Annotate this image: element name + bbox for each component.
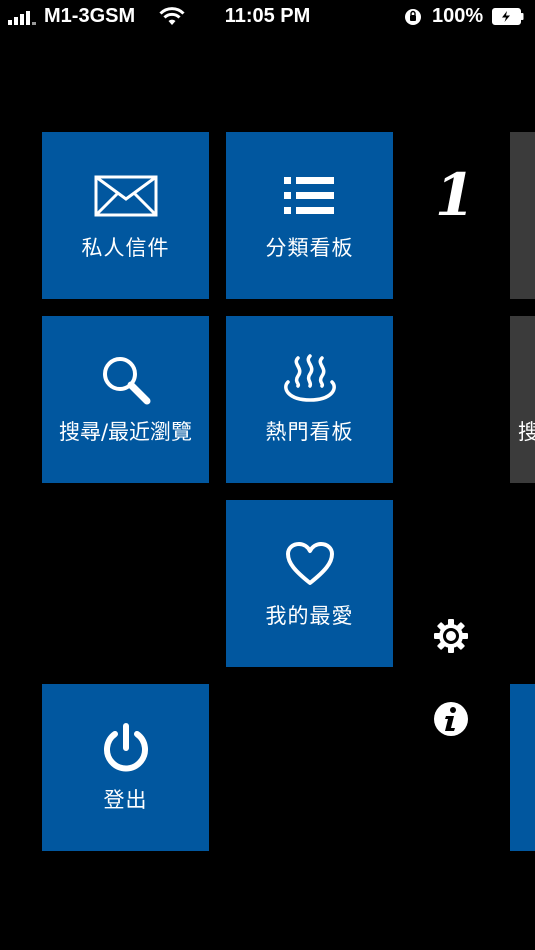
tile-label: 熱門看板: [265, 420, 354, 444]
battery-percent: 100%: [432, 5, 484, 27]
tile-favorites[interactable]: 我的最愛: [226, 500, 393, 667]
list-icon: [226, 170, 393, 222]
envelope-icon: [42, 170, 209, 222]
offscreen-tile[interactable]: [510, 132, 535, 299]
tile-logout[interactable]: 登出: [42, 684, 209, 851]
offscreen-tile-search[interactable]: 搜: [510, 316, 535, 483]
heart-icon: [226, 538, 393, 590]
offscreen-tile-blue[interactable]: [510, 684, 535, 851]
power-icon: [42, 722, 209, 774]
tile-label: 私人信件: [81, 236, 170, 260]
orientation-lock-icon: [405, 9, 421, 25]
app-logo: 1: [434, 161, 476, 229]
tile-label: 我的最愛: [265, 604, 354, 628]
status-bar: M1-3GSM 11:05 PM 100%: [0, 0, 535, 34]
tile-label: 搜尋/最近瀏覽: [58, 420, 193, 444]
battery-charging-icon: [492, 8, 524, 25]
info-icon[interactable]: [432, 700, 470, 738]
tile-label: 搜: [518, 420, 535, 444]
tile-label: 登出: [103, 788, 148, 812]
tile-label: 分類看板: [265, 236, 354, 260]
tile-category-boards[interactable]: 分類看板: [226, 132, 393, 299]
settings-gear-icon[interactable]: [432, 617, 470, 655]
tile-search-recent[interactable]: 搜尋/最近瀏覽: [42, 316, 209, 483]
hot-spring-icon: [226, 354, 393, 406]
tile-private-mail[interactable]: 私人信件: [42, 132, 209, 299]
tile-hot-boards[interactable]: 熱門看板: [226, 316, 393, 483]
magnifier-icon: [42, 354, 209, 406]
